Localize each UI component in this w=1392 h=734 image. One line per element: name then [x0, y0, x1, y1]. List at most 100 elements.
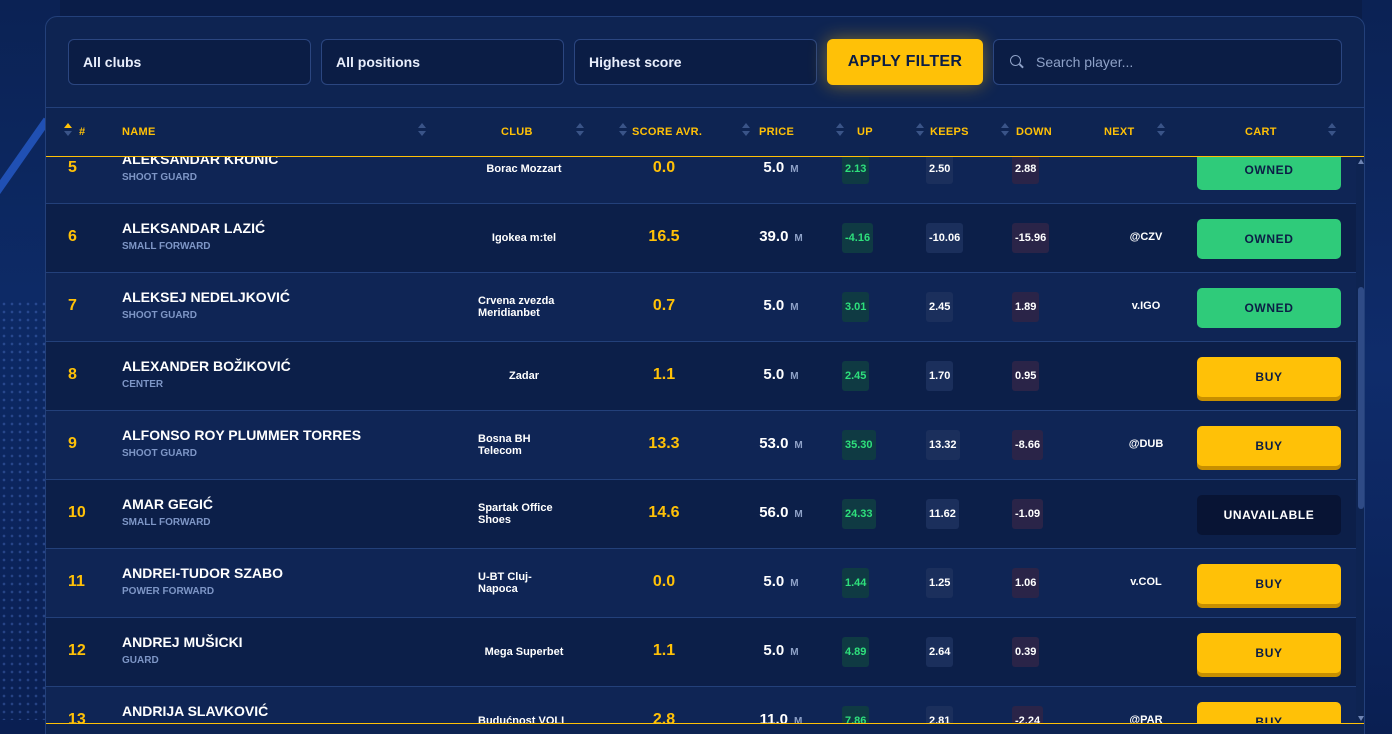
player-club: Spartak Office Shoes	[478, 502, 553, 526]
search-box[interactable]	[993, 39, 1342, 85]
player-rank: 5	[68, 159, 77, 176]
clubs-select[interactable]: All clubs	[68, 39, 311, 85]
price-value: 53.0	[759, 435, 789, 452]
search-icon	[1010, 55, 1024, 69]
owned-button[interactable]: OWNED	[1197, 288, 1341, 328]
down-value: -1.09	[1012, 499, 1044, 529]
sort-club-icon[interactable]	[576, 123, 584, 139]
player-score: 0.0	[652, 573, 676, 590]
up-value: -4.16	[842, 223, 874, 253]
buy-button[interactable]: BUY	[1197, 357, 1341, 397]
search-input[interactable]	[1036, 54, 1316, 70]
sort-down-icon[interactable]	[1001, 123, 1009, 139]
price-value: 11.0	[759, 711, 789, 723]
price-value: 5.0	[763, 159, 785, 176]
positions-select[interactable]: All positions	[321, 39, 564, 85]
player-row[interactable]: 9 ALFONSO ROY PLUMMER TORRES SHOOT GUARD…	[46, 411, 1356, 480]
sort-keeps-icon[interactable]	[916, 123, 924, 139]
player-name[interactable]: ALEKSANDAR KRUNIĆ	[122, 157, 278, 167]
player-row[interactable]: 5 ALEKSANDAR KRUNIĆ SHOOT GUARD Borac Mo…	[46, 157, 1356, 204]
table-header: # NAME CLUB SCORE AVR. PRICE UP KEEPS DO…	[46, 107, 1364, 157]
player-price: 5.0 M	[736, 642, 826, 659]
player-name[interactable]: AMAR GEGIĆ	[122, 496, 213, 512]
price-value: 5.0	[763, 366, 785, 383]
price-unit: M	[794, 440, 803, 451]
column-score[interactable]: SCORE AVR.	[632, 126, 702, 138]
player-table: 5 ALEKSANDAR KRUNIĆ SHOOT GUARD Borac Mo…	[46, 157, 1356, 723]
column-down[interactable]: DOWN	[1016, 126, 1052, 138]
sort-price-icon[interactable]	[742, 123, 750, 139]
next-opponent: v.COL	[1130, 576, 1162, 588]
player-row[interactable]: 11 ANDREI-TUDOR SZABO POWER FORWARD U-BT…	[46, 549, 1356, 618]
down-value: 2.88	[1012, 157, 1040, 184]
down-value: -8.66	[1012, 430, 1044, 460]
player-row[interactable]: 8 ALEXANDER BOŽIKOVIĆ CENTER Zadar 1.1 5…	[46, 342, 1356, 411]
player-name[interactable]: ALEKSEJ NEDELJKOVIĆ	[122, 289, 290, 305]
down-value: -2.24	[1012, 706, 1044, 723]
player-name[interactable]: ANDRIJA SLAVKOVIĆ	[122, 703, 268, 719]
scroll-thumb[interactable]	[1358, 287, 1364, 509]
player-name[interactable]: ANDREI-TUDOR SZABO	[122, 565, 283, 581]
price-value: 39.0	[759, 228, 789, 245]
player-row[interactable]: 7 ALEKSEJ NEDELJKOVIĆ SHOOT GUARD Crvena…	[46, 273, 1356, 342]
price-unit: M	[794, 509, 803, 520]
sort-name-icon[interactable]	[418, 123, 426, 139]
owned-button[interactable]: OWNED	[1197, 219, 1341, 259]
player-price: 53.0 M	[736, 435, 826, 452]
sort-rank-icon[interactable]	[64, 123, 72, 139]
scroll-up-arrow-icon[interactable]	[1358, 159, 1364, 164]
buy-button[interactable]: BUY	[1197, 702, 1341, 723]
price-unit: M	[794, 233, 803, 244]
player-row[interactable]: 13 ANDRIJA SLAVKOVIĆ Budućnost VOLI 2.8 …	[46, 687, 1356, 723]
player-rank: 8	[68, 366, 77, 383]
player-position: GUARD	[122, 655, 159, 666]
column-keeps[interactable]: KEEPS	[930, 126, 969, 138]
player-position: SMALL FORWARD	[122, 241, 211, 252]
column-up[interactable]: UP	[857, 126, 873, 138]
table-scrollbar[interactable]	[1356, 157, 1364, 723]
player-rank: 6	[68, 228, 77, 245]
player-score: 13.3	[648, 435, 680, 452]
player-name[interactable]: ALEXANDER BOŽIKOVIĆ	[122, 358, 291, 374]
up-value: 2.45	[842, 361, 870, 391]
apply-filter-button[interactable]: APPLY FILTER	[827, 39, 983, 85]
scroll-down-arrow-icon[interactable]	[1358, 716, 1364, 721]
up-value: 2.13	[842, 157, 870, 184]
player-rank: 10	[68, 504, 86, 521]
price-value: 56.0	[759, 504, 789, 521]
keeps-value: 13.32	[926, 430, 960, 460]
next-opponent: v.IGO	[1131, 300, 1161, 312]
next-opponent: @CZV	[1129, 231, 1163, 243]
sort-up-icon[interactable]	[836, 123, 844, 139]
column-name[interactable]: NAME	[122, 126, 156, 138]
sort-score-icon[interactable]	[619, 123, 627, 139]
player-score: 1.1	[652, 642, 676, 659]
player-row[interactable]: 6 ALEKSANDAR LAZIĆ SMALL FORWARD Igokea …	[46, 204, 1356, 273]
player-row[interactable]: 10 AMAR GEGIĆ SMALL FORWARD Spartak Offi…	[46, 480, 1356, 549]
player-club: Mega Superbet	[484, 646, 564, 658]
column-cart[interactable]: CART	[1245, 126, 1277, 138]
player-position: SMALL FORWARD	[122, 517, 211, 528]
player-club: Bosna BH Telecom	[478, 433, 531, 457]
player-rank: 11	[68, 573, 85, 590]
player-club: Budućnost VOLI	[478, 715, 565, 723]
column-price[interactable]: PRICE	[759, 126, 794, 138]
buy-button[interactable]: BUY	[1197, 564, 1341, 604]
column-next[interactable]: NEXT	[1104, 126, 1135, 138]
buy-button[interactable]: BUY	[1197, 426, 1341, 466]
down-value: 1.06	[1012, 568, 1040, 598]
buy-button[interactable]: BUY	[1197, 633, 1341, 673]
column-rank[interactable]: #	[79, 126, 85, 138]
sort-next-icon[interactable]	[1157, 123, 1165, 139]
column-club[interactable]: CLUB	[501, 126, 533, 138]
sort-select[interactable]: Highest score	[574, 39, 817, 85]
player-name[interactable]: ALEKSANDAR LAZIĆ	[122, 220, 265, 236]
keeps-value: 2.45	[926, 292, 954, 322]
sort-cart-icon[interactable]	[1328, 123, 1336, 139]
player-row[interactable]: 12 ANDREJ MUŠICKI GUARD Mega Superbet 1.…	[46, 618, 1356, 687]
player-price: 11.0 M	[736, 711, 826, 723]
player-score: 0.0	[652, 159, 676, 176]
player-name[interactable]: ALFONSO ROY PLUMMER TORRES	[122, 427, 361, 443]
owned-button[interactable]: OWNED	[1197, 157, 1341, 190]
player-name[interactable]: ANDREJ MUŠICKI	[122, 634, 243, 650]
